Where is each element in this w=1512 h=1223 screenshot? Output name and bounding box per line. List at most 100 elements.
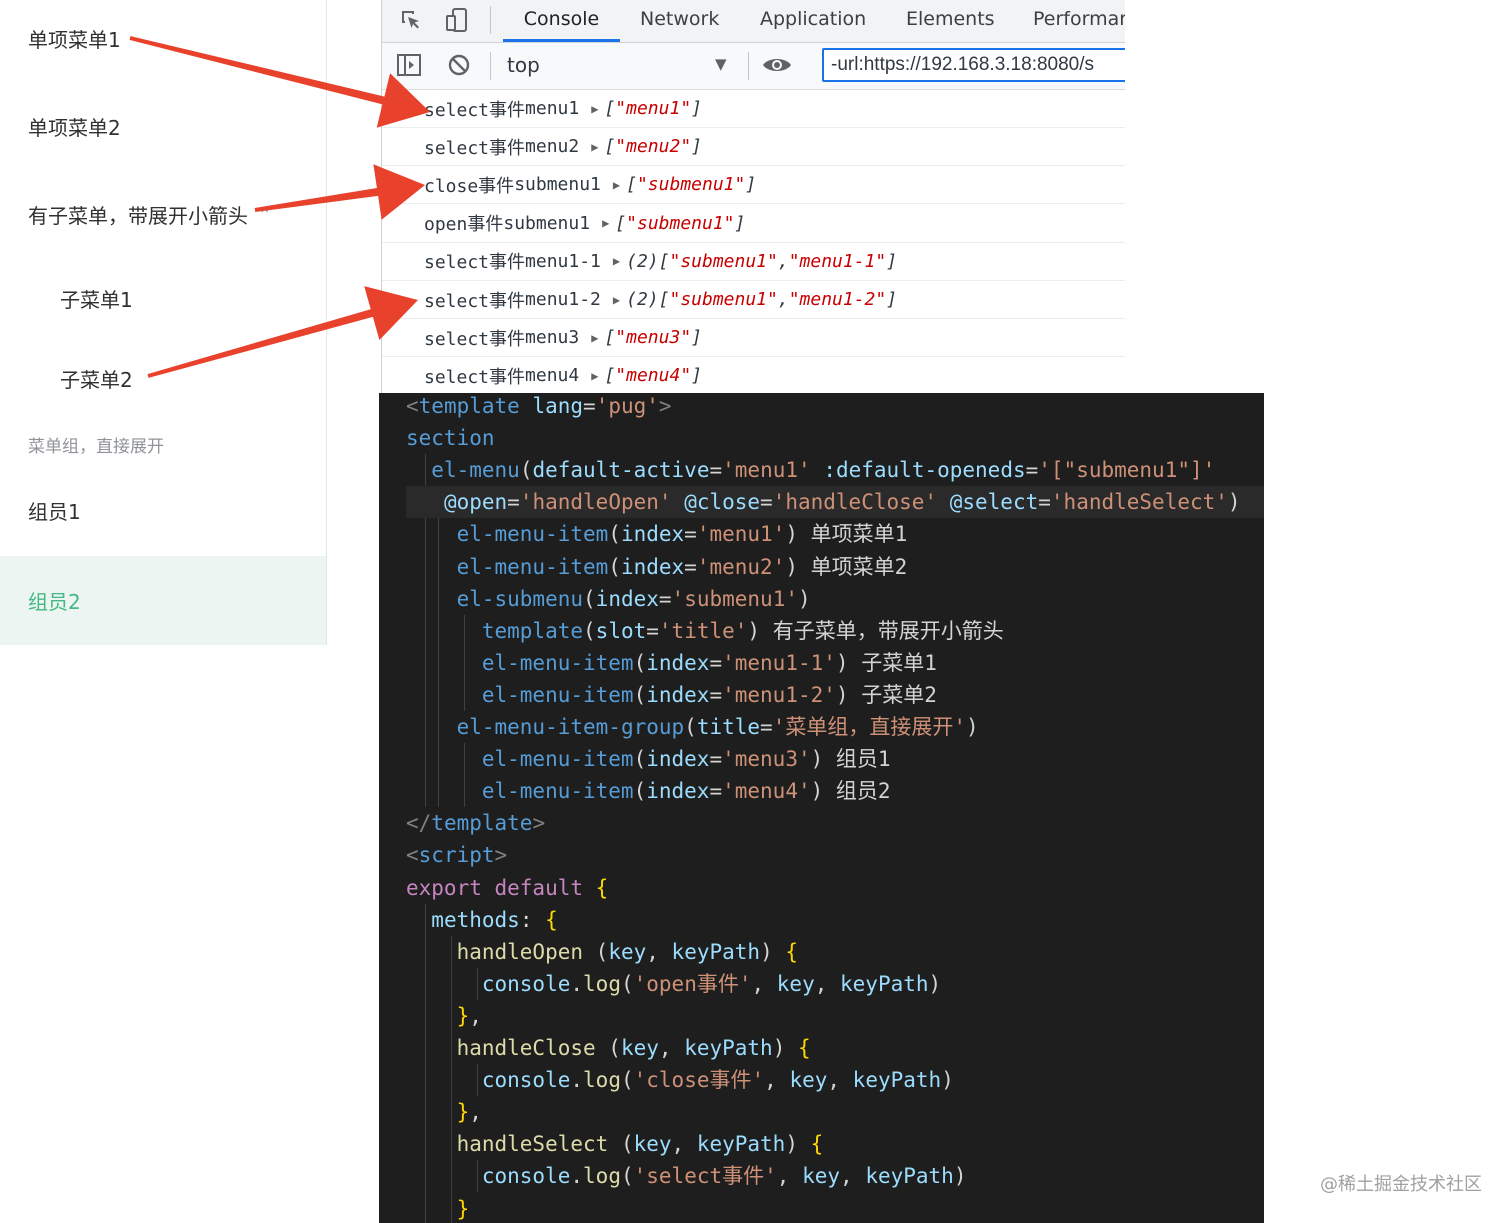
log-key: menu1-2 <box>525 289 601 310</box>
console-log-row[interactable]: select事件 menu3 ▶ ["menu3"] <box>382 319 1125 358</box>
code-line[interactable]: @open='handleOpen' @close='handleClose' … <box>406 486 1264 519</box>
eye-icon[interactable] <box>762 51 792 79</box>
log-array-count: (2) <box>626 289 659 310</box>
console-filter-input[interactable]: -url:https://192.168.3.18:8080/s <box>822 48 1125 82</box>
array-separator: , <box>777 289 789 310</box>
log-key: menu4 <box>525 365 580 387</box>
code-line[interactable]: <script> <box>406 839 1264 871</box>
array-string: "menu1-2" <box>788 289 887 310</box>
expand-triangle-icon[interactable]: ▶ <box>613 293 620 307</box>
console-log-row[interactable]: select事件 menu1-1 ▶ (2) ["submenu1", "menu1… <box>382 243 1125 281</box>
toolbar-divider <box>748 52 749 80</box>
tab-performance[interactable]: Performar <box>1033 0 1125 42</box>
clear-console-icon[interactable] <box>444 51 474 79</box>
console-log-row[interactable]: close事件 submenu1 ▶ ["submenu1"] <box>382 166 1125 205</box>
group-member-label: 组员2 <box>28 590 81 614</box>
code-line[interactable]: el-submenu(index='submenu1') <box>406 583 1264 615</box>
code-line[interactable]: console.log('select事件', key, keyPath) <box>406 1160 1264 1192</box>
code-line[interactable]: el-menu-item(index='menu3') 组员1 <box>406 743 1264 775</box>
code-line[interactable]: el-menu-item(index='menu1-1') 子菜单1 <box>406 647 1264 679</box>
code-line[interactable]: section <box>406 422 1264 454</box>
expand-triangle-icon[interactable]: ▶ <box>602 216 609 230</box>
menu-item-2[interactable]: 单项菜单2 <box>0 88 326 164</box>
group-member-label: 组员1 <box>28 499 81 524</box>
array-bracket: [ <box>604 327 616 349</box>
code-line[interactable]: el-menu-item(index='menu4') 组员2 <box>406 775 1264 807</box>
code-line[interactable]: methods: { <box>406 904 1264 936</box>
expand-triangle-icon[interactable]: ▶ <box>613 178 620 192</box>
expand-triangle-icon[interactable]: ▶ <box>591 369 598 383</box>
expand-triangle-icon[interactable]: ▶ <box>613 254 620 268</box>
array-bracket: [ <box>658 250 670 272</box>
array-bracket: [ <box>658 289 670 310</box>
log-event-label: select事件 <box>424 137 526 159</box>
code-line[interactable]: console.log('open事件', key, keyPath) <box>406 968 1264 1000</box>
array-bracket: ] <box>691 136 702 158</box>
log-key: submenu1 <box>514 174 601 196</box>
array-bracket: [ <box>604 136 616 158</box>
submenu-title[interactable]: 有子菜单，带展开小箭头 ⌃ <box>0 176 326 252</box>
array-separator: , <box>777 250 789 272</box>
code-line[interactable]: console.log('close事件', key, keyPath) <box>406 1064 1264 1096</box>
code-line[interactable]: <template lang='pug'> <box>406 393 1264 422</box>
group-member-2[interactable]: 组员2 <box>0 556 326 645</box>
array-string: "menu3" <box>615 327 692 349</box>
code-line[interactable]: el-menu-item(index='menu1') 单项菜单1 <box>406 518 1264 550</box>
tab-network[interactable]: Network <box>640 0 719 42</box>
context-selector[interactable]: top <box>507 53 540 77</box>
code-line[interactable]: handleOpen (key, keyPath) { <box>406 936 1264 968</box>
log-event-label: select事件 <box>424 99 526 121</box>
expand-triangle-icon[interactable]: ▶ <box>591 140 598 154</box>
submenu-item-1[interactable]: 子菜单1 <box>0 260 326 336</box>
code-line[interactable]: template(slot='title') 有子菜单，带展开小箭头 <box>406 615 1264 647</box>
array-bracket: [ <box>604 365 616 387</box>
log-array-count: (2) <box>626 250 659 272</box>
dropdown-arrow-icon[interactable]: ▼ <box>715 55 727 73</box>
code-line[interactable]: </template> <box>406 807 1264 839</box>
array-bracket: [ <box>615 212 627 234</box>
log-event-label: open事件 <box>424 214 504 236</box>
log-key: menu3 <box>525 327 580 349</box>
console-log-row[interactable]: open事件 submenu1 ▶ ["submenu1"] <box>382 205 1125 243</box>
code-line[interactable]: el-menu(default-active='menu1' :default-… <box>406 454 1264 486</box>
tab-application[interactable]: Application <box>760 0 866 42</box>
console-log-row[interactable]: select事件 menu2 ▶ ["menu2"] <box>382 128 1125 167</box>
array-string: "submenu1" <box>626 212 735 234</box>
submenu-item-label: 子菜单1 <box>60 287 133 312</box>
log-event-label: close事件 <box>424 175 515 197</box>
inspect-icon[interactable] <box>396 6 426 34</box>
array-string: "menu4" <box>615 365 692 387</box>
code-line[interactable]: handleClose (key, keyPath) { <box>406 1032 1264 1064</box>
code-line[interactable]: el-menu-item-group(title='菜单组，直接展开') <box>406 711 1264 743</box>
code-line[interactable]: el-menu-item(index='menu1-2') 子菜单2 <box>406 679 1264 711</box>
code-line[interactable]: export default { <box>406 872 1264 904</box>
tab-console[interactable]: Console <box>503 0 620 42</box>
log-key: menu2 <box>525 136 580 158</box>
array-bracket: [ <box>604 98 616 119</box>
submenu-item-2[interactable]: 子菜单2 <box>0 340 326 416</box>
expand-triangle-icon[interactable]: ▶ <box>591 102 598 116</box>
expand-triangle-icon[interactable]: ▶ <box>591 331 598 345</box>
array-bracket: ] <box>691 365 702 387</box>
array-bracket: [ <box>626 174 637 196</box>
code-line[interactable]: }, <box>406 1000 1264 1032</box>
code-line[interactable]: handleSelect (key, keyPath) { <box>406 1128 1264 1160</box>
menu-item-1[interactable]: 单项菜单1 <box>0 0 326 76</box>
code-line[interactable]: } <box>406 1193 1264 1223</box>
log-event-label: select事件 <box>424 366 526 388</box>
tab-elements[interactable]: Elements <box>906 0 995 42</box>
menu-group-title: 菜单组，直接展开 <box>28 437 164 457</box>
array-bracket: ] <box>734 212 746 234</box>
submenu-title-label: 有子菜单，带展开小箭头 <box>28 203 248 228</box>
device-toggle-icon[interactable] <box>442 6 472 34</box>
code-line[interactable]: el-menu-item(index='menu2') 单项菜单2 <box>406 551 1264 583</box>
sidebar-icon[interactable] <box>394 51 424 79</box>
console-log-row[interactable]: select事件 menu4 ▶ ["menu4"] <box>382 357 1125 393</box>
group-member-1[interactable]: 组员1 <box>0 472 326 548</box>
code-line[interactable]: }, <box>406 1096 1264 1128</box>
console-log-row[interactable]: select事件 menu1 ▶ ["menu1"] <box>382 90 1125 128</box>
console-log-row[interactable]: select事件 menu1-2 ▶ (2) ["submenu1", "menu1… <box>382 281 1125 319</box>
devtools-tabbar: Console Network Application Elements Per… <box>382 0 1125 43</box>
array-string: "submenu1" <box>669 289 778 310</box>
array-string: "menu2" <box>615 136 692 158</box>
